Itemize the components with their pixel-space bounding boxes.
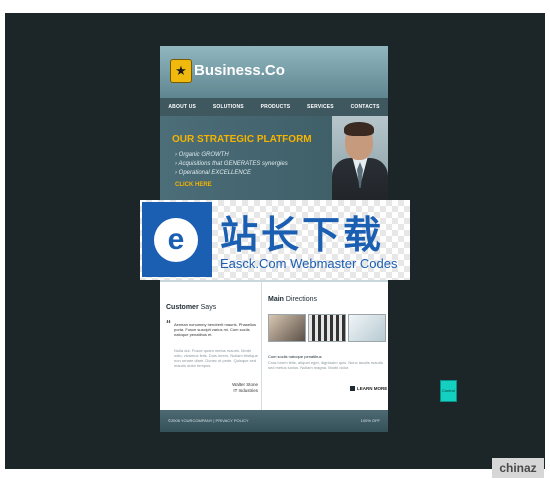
chinaz-badge: chinaz bbox=[492, 458, 544, 478]
learn-more-link[interactable]: LEARN MORE bbox=[350, 386, 388, 392]
customer-title-rest: Says bbox=[198, 304, 217, 311]
footer-copyright: ©2008 YOURCOMPANY | PRIVACY POLICY bbox=[168, 418, 249, 423]
hero-title: OUR STRATEGIC PLATFORM bbox=[172, 134, 312, 145]
customer-quote: Aenean nonummy hendrerit mauris. Phasell… bbox=[174, 322, 257, 337]
star-logo-icon: ★ bbox=[170, 59, 192, 83]
hero-click-here-link[interactable]: CLICK HERE bbox=[175, 182, 212, 188]
hero-bullet-3: › Operational EXCELLENCE bbox=[175, 170, 252, 176]
main-directions-title: Main Directions bbox=[268, 296, 317, 303]
watermark-subtitle: Easck.Com Webmaster Codes bbox=[220, 256, 398, 271]
quote-icon: “ bbox=[166, 319, 171, 330]
nav-contacts[interactable]: CONTACTS bbox=[351, 104, 380, 110]
hero-bullet-1: › Organic GROWTH bbox=[175, 152, 229, 158]
template-footer: ©2008 YOURCOMPANY | PRIVACY POLICY 100% … bbox=[160, 410, 388, 432]
hair-shape bbox=[344, 122, 374, 136]
nav-solutions[interactable]: SOLUTIONS bbox=[213, 104, 244, 110]
watermark-logo: e bbox=[142, 202, 212, 277]
watermark-overlay: e 站长下载 Easck.Com Webmaster Codes bbox=[140, 200, 410, 280]
logo-text: Business.Co bbox=[194, 62, 285, 79]
customer-body: Nulla dui. Fusce quam metus mauris. Morb… bbox=[174, 348, 258, 368]
document-photo-thumbnail[interactable] bbox=[348, 314, 386, 342]
template-nav: ABOUT US SOLUTIONS PRODUCTS SERVICES CON… bbox=[160, 98, 388, 116]
main-text: Cras lorem felis, aliquet eget, dignissi… bbox=[268, 360, 383, 370]
nav-about-us[interactable]: ABOUT US bbox=[168, 104, 196, 110]
main-directions-section: Main Directions Cum sociis natoque penat… bbox=[264, 282, 388, 410]
watermark-title: 站长下载 bbox=[220, 213, 385, 257]
nav-services[interactable]: SERVICES bbox=[307, 104, 334, 110]
main-title-rest: Directions bbox=[283, 296, 318, 303]
hero-bullet-2: › Acquisitions that GENERATES synergies bbox=[175, 161, 288, 167]
column-divider bbox=[261, 282, 262, 410]
customer-says-section: Customer Says “ Aenean nonummy hendrerit… bbox=[160, 282, 260, 410]
author-company: IT Industries bbox=[233, 388, 258, 393]
footer-right-text: 100% OFF bbox=[360, 418, 380, 423]
keyboard-photo-thumbnail[interactable] bbox=[308, 314, 346, 342]
arrow-box-icon bbox=[350, 386, 355, 392]
template-header: ★ Business.Co bbox=[160, 46, 388, 98]
e-logo-icon: e bbox=[154, 218, 198, 262]
control-button[interactable]: Control bbox=[440, 380, 457, 402]
nav-products[interactable]: PRODUCTS bbox=[261, 104, 291, 110]
customer-says-title: Customer Says bbox=[166, 304, 216, 311]
main-title-bold: Main bbox=[268, 296, 284, 303]
customer-author: Walter Stone IT Industries bbox=[212, 382, 258, 394]
customer-title-bold: Customer bbox=[166, 304, 199, 311]
phone-photo-thumbnail[interactable] bbox=[268, 314, 306, 342]
learn-more-label: LEARN MORE bbox=[357, 386, 388, 391]
main-caption: Cum sociis natoque penatibus bbox=[268, 354, 322, 359]
